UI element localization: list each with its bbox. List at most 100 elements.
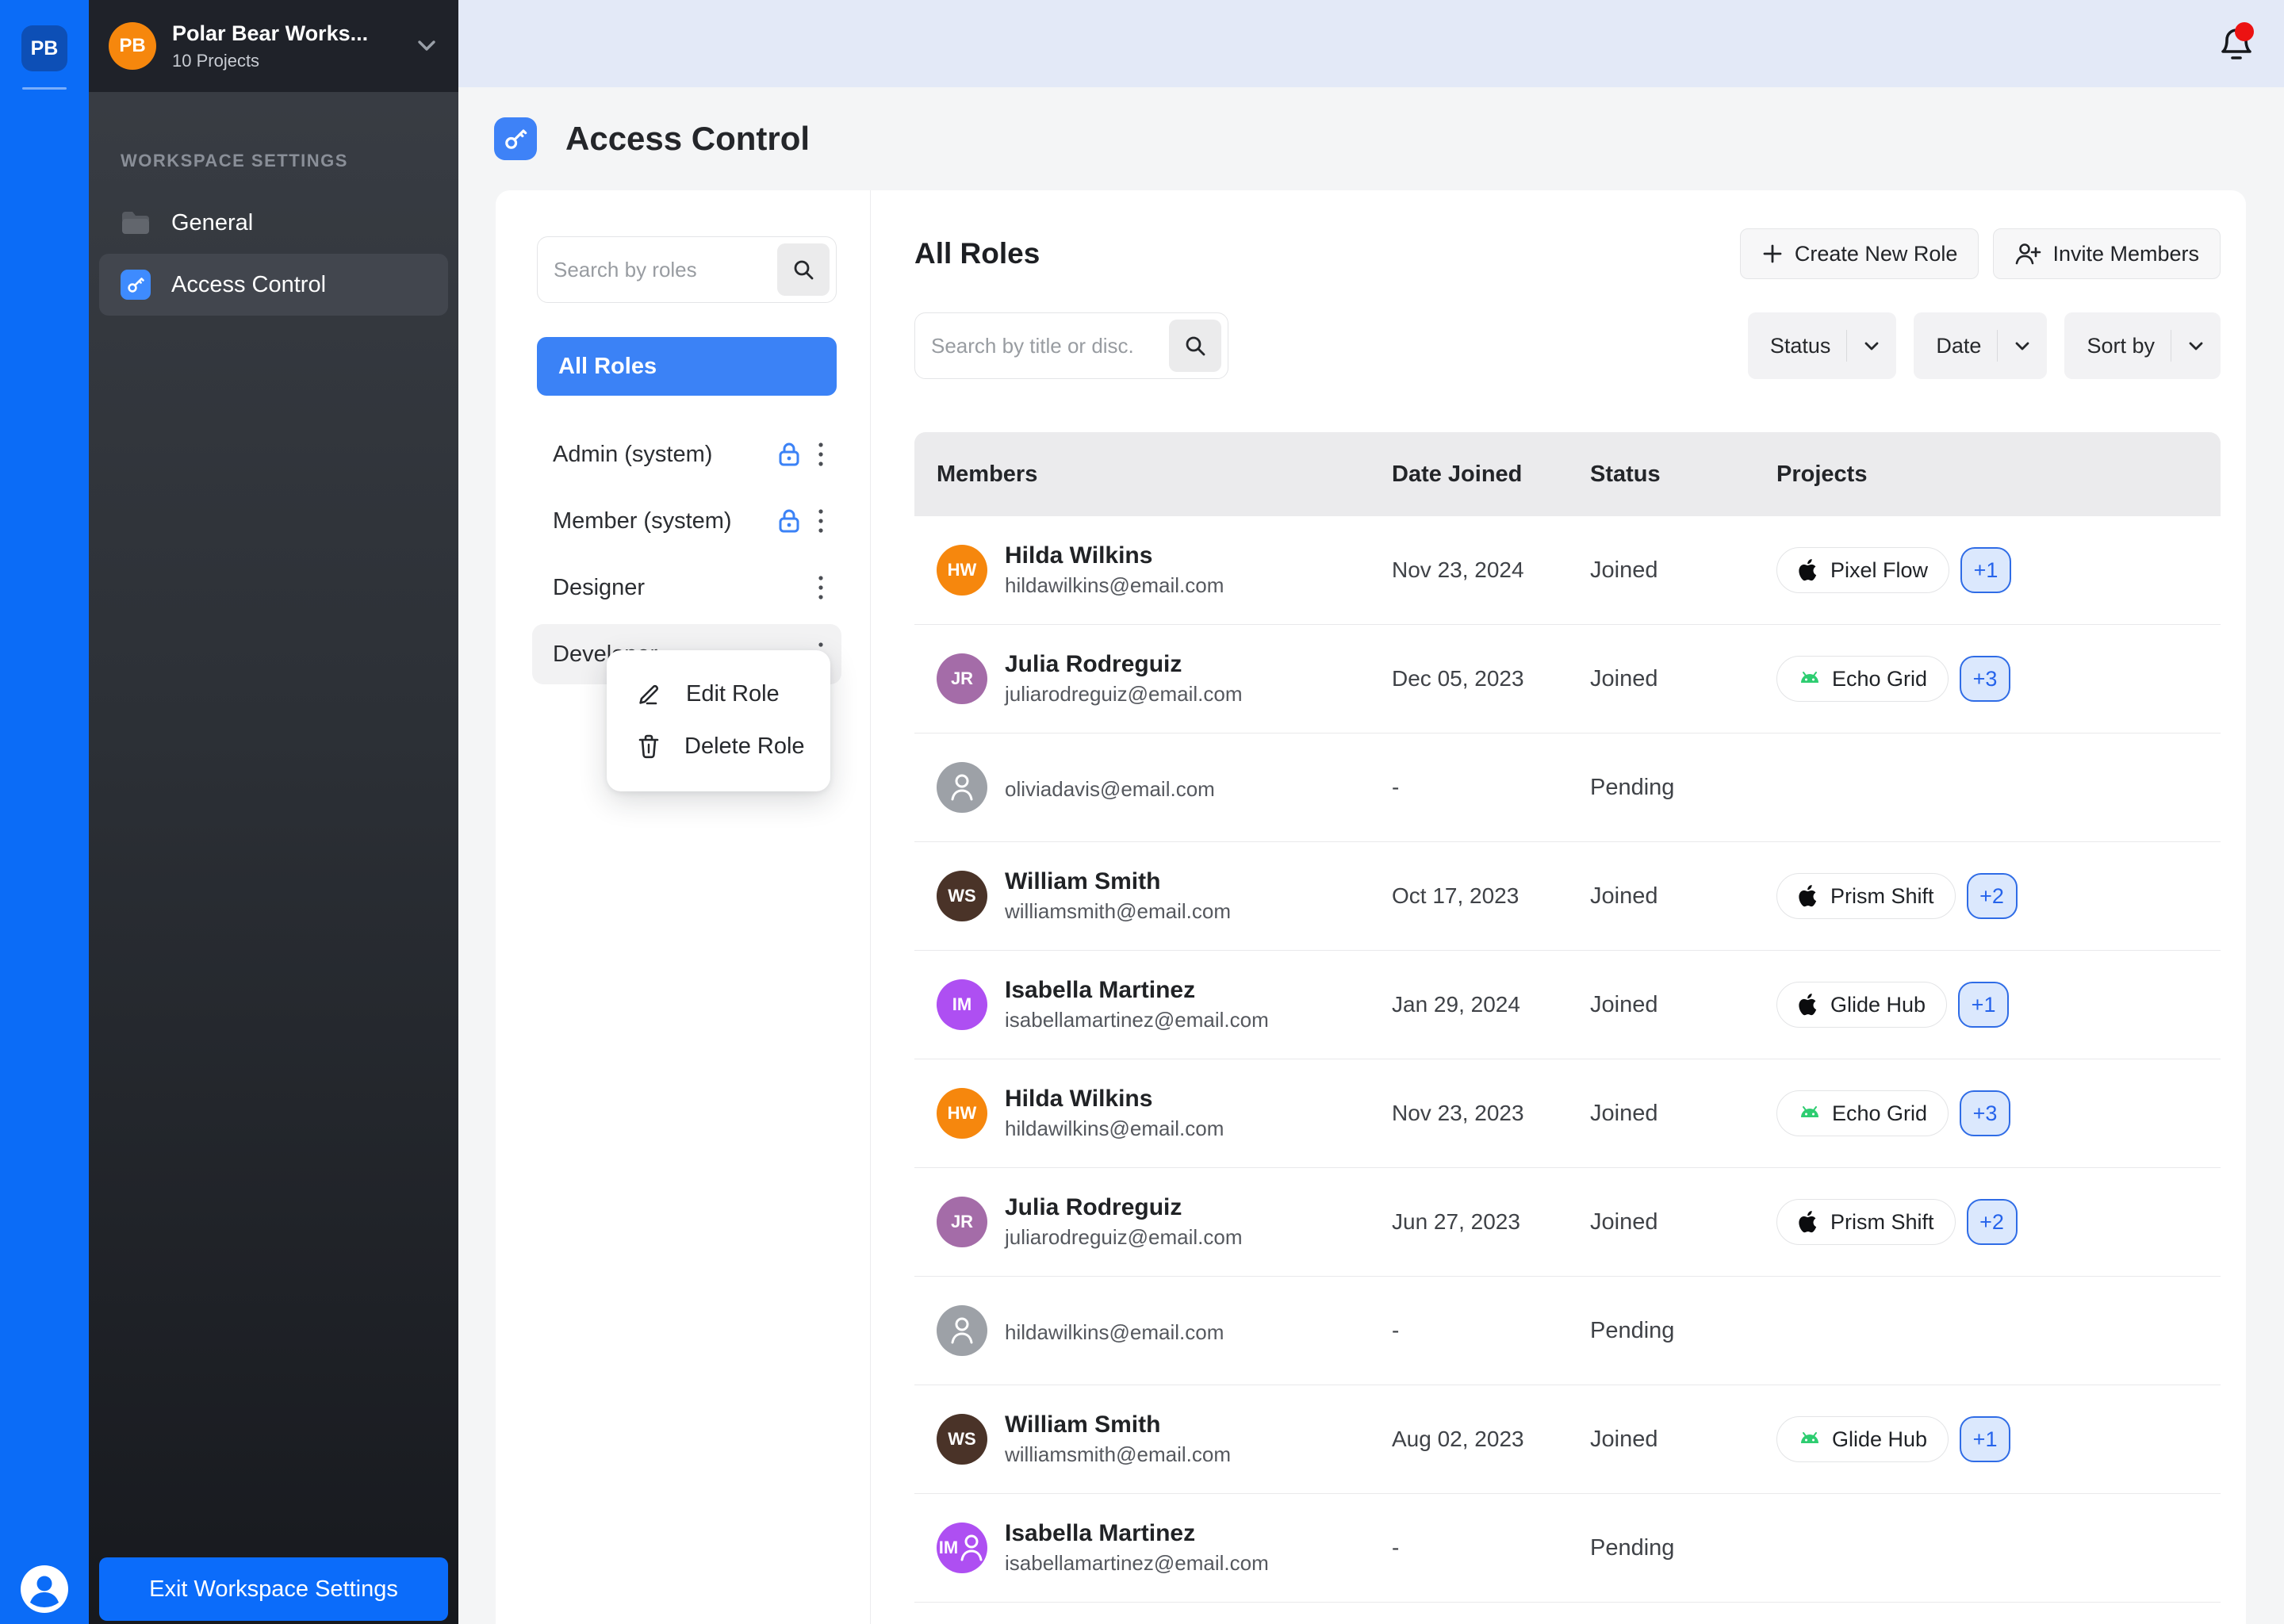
sidebar-item-general[interactable]: General	[99, 192, 448, 254]
filter-dropdown[interactable]: Status	[1748, 312, 1897, 379]
role-menu-kebab-icon[interactable]	[818, 441, 824, 468]
table-row[interactable]: HW Hilda Wilkins hildawilkins@email.com …	[914, 516, 2221, 625]
table-row[interactable]: hildawilkins@email.com - Pending	[914, 1277, 2221, 1385]
avatar: HW	[937, 1088, 987, 1139]
person-icon	[948, 772, 975, 802]
dropdown-separator	[1997, 330, 1998, 362]
project-badge[interactable]: Prism Shift	[1776, 873, 1956, 919]
user-avatar[interactable]	[21, 1565, 68, 1613]
filter-dropdown[interactable]: Sort by	[2064, 312, 2221, 379]
extra-projects-pill[interactable]: +3	[1960, 1090, 2010, 1136]
all-roles-filter-button[interactable]: All Roles	[537, 337, 837, 396]
status-cell: Pending	[1590, 1318, 1776, 1344]
key-icon	[503, 126, 528, 151]
table-row[interactable]: IM Isabella Martinez isabellamartinez@em…	[914, 1494, 2221, 1603]
member-email: juliarodreguiz@email.com	[1005, 1225, 1243, 1250]
role-menu-kebab-icon[interactable]	[818, 574, 824, 601]
role-item[interactable]: Designer	[532, 557, 841, 618]
member-email: isabellamartinez@email.com	[1005, 1008, 1269, 1032]
search-icon	[1182, 333, 1208, 358]
extra-projects-pill[interactable]: +2	[1967, 873, 2018, 919]
member-name: Isabella Martinez	[1005, 977, 1269, 1004]
members-search-input[interactable]	[915, 334, 1169, 358]
exit-workspace-settings-button[interactable]: Exit Workspace Settings	[99, 1557, 448, 1621]
settings-sidebar: PB Polar Bear Works... 10 Projects WORKS…	[89, 0, 458, 1624]
person-icon	[958, 1533, 985, 1563]
table-row[interactable]: HW Hilda Wilkins hildawilkins@email.com …	[914, 1059, 2221, 1168]
project-badge[interactable]: Echo Grid	[1776, 1090, 1949, 1136]
apple-icon	[1798, 1209, 1820, 1235]
workspace-rail-avatar[interactable]: PB	[21, 25, 67, 71]
status-cell: Joined	[1590, 1427, 1776, 1453]
filter-dropdown[interactable]: Date	[1914, 312, 2047, 379]
member-cell: HW Hilda Wilkins hildawilkins@email.com	[937, 1086, 1392, 1141]
folder-icon	[121, 210, 151, 236]
person-icon	[21, 1565, 68, 1613]
extra-projects-pill[interactable]: +1	[1960, 547, 2011, 593]
project-badge[interactable]: Echo Grid	[1776, 656, 1949, 702]
project-badge[interactable]: Prism Shift	[1776, 1199, 1956, 1245]
table-row[interactable]: JR Julia Rodreguiz juliarodreguiz@email.…	[914, 625, 2221, 733]
date-joined-cell: -	[1392, 1535, 1590, 1561]
extra-projects-pill[interactable]: +1	[1960, 1416, 2010, 1462]
invite-members-button[interactable]: Invite Members	[1993, 228, 2221, 279]
status-cell: Pending	[1590, 775, 1776, 801]
android-icon	[1798, 668, 1822, 690]
roles-search-input[interactable]	[538, 258, 777, 282]
create-new-role-button[interactable]: Create New Role	[1740, 228, 1979, 279]
plus-icon	[1761, 243, 1784, 265]
members-search	[914, 312, 1228, 379]
apple-icon	[1798, 883, 1820, 909]
avatar-initials: JR	[951, 668, 973, 689]
extra-projects-pill[interactable]: +3	[1960, 656, 2010, 702]
project-badge[interactable]: Glide Hub	[1776, 982, 1947, 1028]
apple-icon	[1798, 992, 1820, 1017]
role-item[interactable]: Member (system)	[532, 491, 841, 551]
trash-icon	[637, 733, 661, 759]
table-row[interactable]: WS William Smith williamsmith@email.com …	[914, 842, 2221, 951]
member-email: juliarodreguiz@email.com	[1005, 682, 1243, 707]
members-search-button[interactable]	[1169, 320, 1221, 372]
member-cell: HW Hilda Wilkins hildawilkins@email.com	[937, 542, 1392, 598]
member-email: williamsmith@email.com	[1005, 1442, 1231, 1467]
member-name: William Smith	[1005, 1411, 1231, 1438]
project-badge[interactable]: Glide Hub	[1776, 1416, 1949, 1462]
status-cell: Joined	[1590, 992, 1776, 1018]
column-header-status: Status	[1590, 462, 1776, 488]
table-row[interactable]: oliviadavis@email.com - Pending	[914, 733, 2221, 842]
date-joined-cell: -	[1392, 775, 1590, 800]
extra-projects-pill[interactable]: +2	[1967, 1199, 2018, 1245]
member-email: williamsmith@email.com	[1005, 899, 1231, 924]
extra-projects-pill[interactable]: +1	[1958, 982, 2009, 1028]
edit-role-menu-item[interactable]: Edit Role	[607, 668, 830, 720]
column-header-date-joined: Date Joined	[1392, 462, 1590, 488]
project-badge[interactable]: Pixel Flow	[1776, 547, 1949, 593]
avatar: HW	[937, 545, 987, 596]
notification-badge	[2235, 22, 2254, 41]
table-row[interactable]: JR Julia Rodreguiz	[914, 1603, 2221, 1624]
avatar: WS	[937, 871, 987, 921]
table-header: Members Date Joined Status Projects	[914, 432, 2221, 516]
status-cell: Joined	[1590, 883, 1776, 910]
delete-role-menu-item[interactable]: Delete Role	[607, 720, 830, 772]
table-row[interactable]: WS William Smith williamsmith@email.com …	[914, 1385, 2221, 1494]
table-row[interactable]: JR Julia Rodreguiz juliarodreguiz@email.…	[914, 1168, 2221, 1277]
notifications-button[interactable]	[2214, 21, 2259, 65]
lock-icon	[778, 442, 800, 467]
role-item[interactable]: Admin (system)	[532, 424, 841, 485]
sidebar-item-access-control[interactable]: Access Control	[99, 254, 448, 316]
workspace-avatar: PB	[109, 22, 156, 70]
member-name: Hilda Wilkins	[1005, 542, 1224, 569]
workspace-switcher[interactable]: PB Polar Bear Works... 10 Projects	[89, 0, 458, 92]
table-row[interactable]: IM Isabella Martinez isabellamartinez@em…	[914, 951, 2221, 1059]
projects-cell: Glide Hub +1	[1776, 982, 2221, 1028]
project-name: Pixel Flow	[1830, 558, 1928, 583]
member-name: Isabella Martinez	[1005, 1520, 1269, 1547]
role-menu-kebab-icon[interactable]	[818, 508, 824, 534]
roles-search-button[interactable]	[777, 243, 830, 296]
date-joined-cell: -	[1392, 1318, 1590, 1343]
projects-cell: Prism Shift +2	[1776, 873, 2221, 919]
avatar-initials: WS	[948, 886, 975, 906]
date-joined-cell: Dec 05, 2023	[1392, 666, 1590, 691]
status-cell: Joined	[1590, 1209, 1776, 1235]
